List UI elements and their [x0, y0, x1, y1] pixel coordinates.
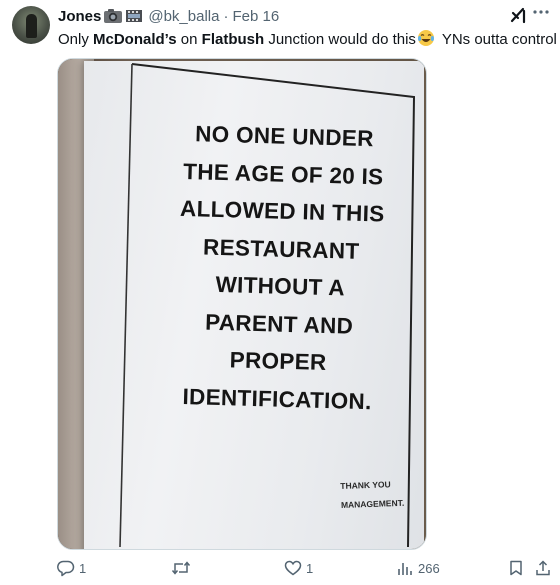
share-button[interactable]	[534, 559, 552, 577]
post-image[interactable]: NO ONE UNDER THE AGE OF 20 IS ALLOWED IN…	[57, 58, 427, 550]
text-bold-flatbush: Flatbush	[201, 31, 265, 48]
like-icon	[284, 560, 302, 576]
sign-text: NO ONE UNDER THE AGE OF 20 IS ALLOWED IN…	[142, 114, 420, 421]
separator-dot: ·	[223, 7, 229, 25]
sign-line: IDENTIFICATION.	[182, 383, 372, 414]
bookmark-button[interactable]	[507, 559, 525, 577]
text-part: Only	[58, 31, 94, 48]
views-icon	[398, 563, 412, 575]
sign-footer-line: MANAGEMENT.	[340, 497, 405, 510]
like-count: 1	[306, 560, 314, 576]
reply-icon	[57, 560, 75, 577]
author-handle[interactable]: @bk_balla	[148, 8, 219, 25]
reply-button[interactable]: 1	[57, 559, 86, 577]
post-date[interactable]: Feb 16	[232, 8, 279, 25]
text-part: Junction would do this	[264, 31, 416, 48]
views-button[interactable]: 266	[396, 559, 440, 577]
text-part: on	[176, 31, 202, 48]
avatar[interactable]	[12, 6, 50, 44]
grok-icon[interactable]	[509, 5, 529, 25]
text-part: YNs outta control	[437, 31, 557, 48]
repost-button[interactable]	[171, 559, 195, 577]
laughing-tears-emoji	[417, 29, 435, 53]
film-frames-emoji	[125, 8, 143, 24]
camera-emoji	[103, 8, 123, 24]
reply-count: 1	[79, 560, 87, 576]
action-bar: 1 1 266	[0, 555, 560, 583]
post-header: Jones @bk_balla · Feb 16	[58, 7, 279, 25]
post-text: Only McDonald’s on Flatbush Junction wou…	[58, 29, 557, 53]
text-bold-mcdonalds: McDonald’s	[93, 31, 177, 48]
author-name[interactable]: Jones	[58, 8, 101, 25]
sign-line: ALLOWED IN THIS	[179, 195, 385, 227]
like-button[interactable]: 1	[284, 559, 313, 577]
sign-footer: THANK YOU MANAGEMENT.	[340, 473, 426, 515]
more-icon[interactable]	[532, 3, 552, 23]
share-icon	[536, 560, 550, 576]
bookmark-icon	[510, 560, 522, 576]
views-count: 266	[418, 560, 440, 576]
repost-icon	[171, 561, 191, 575]
